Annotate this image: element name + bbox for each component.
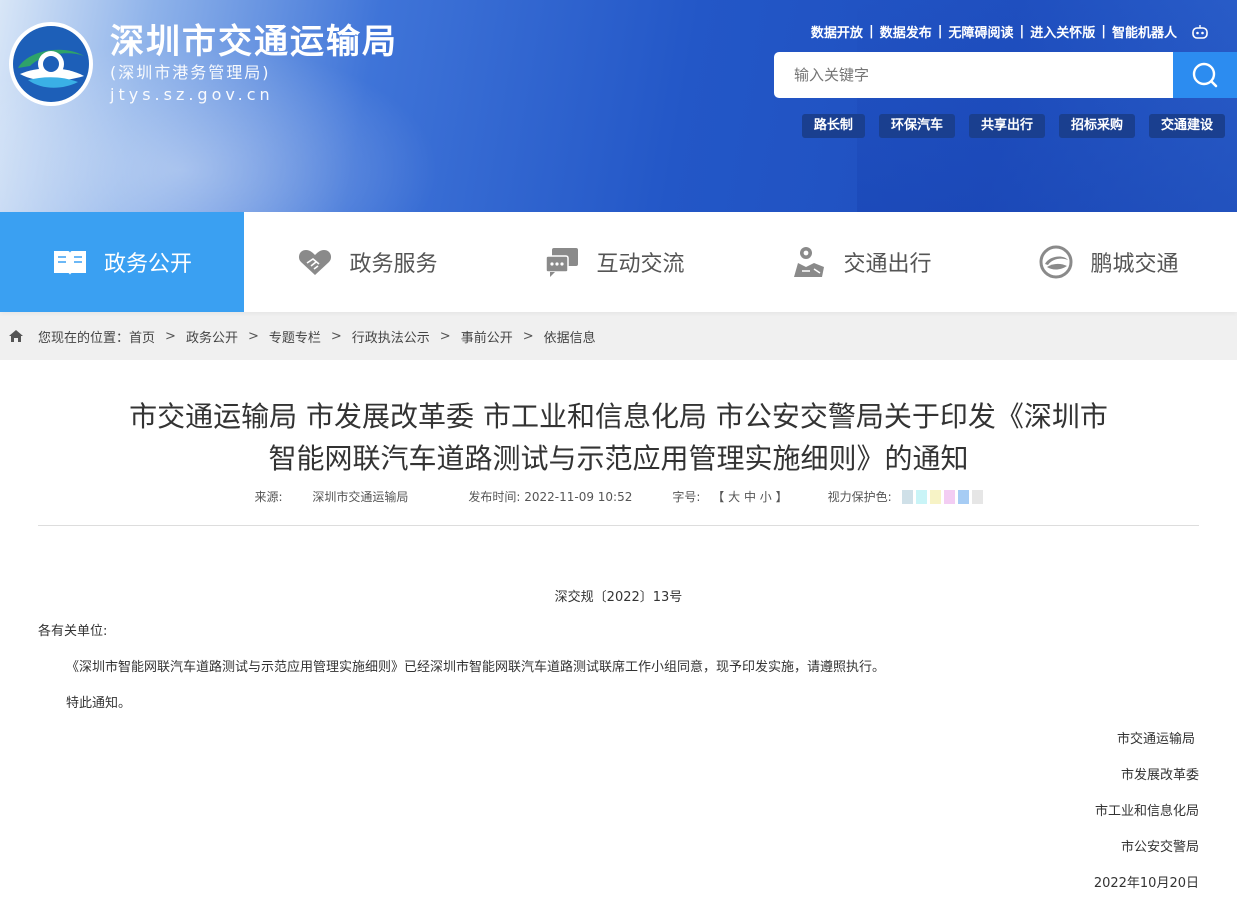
nav-item-transport-travel[interactable]: 交通出行	[738, 212, 985, 312]
meta-source-value: 深圳市交通运输局	[312, 489, 409, 504]
eye-color-swatch[interactable]	[971, 490, 983, 504]
meta-eye-label: 视力保护色:	[827, 489, 892, 504]
breadcrumb: 您现在的位置： 首页 > 政务公开 > 专题专栏 > 行政执法公示 > 事前公开…	[0, 312, 1237, 360]
nav-item-gov-services[interactable]: 政务服务	[244, 212, 491, 312]
meta-fontsize: 字号: 【 大 中 小 】	[672, 488, 787, 505]
top-link-open-data[interactable]: 数据开放	[811, 22, 863, 41]
top-link-robot[interactable]: 智能机器人	[1112, 22, 1177, 41]
breadcrumb-link-basis-info[interactable]: 依据信息	[544, 327, 596, 346]
top-links: 数据开放 | 数据发布 | 无障碍阅读 | 进入关怀版 | 智能机器人	[811, 22, 1209, 41]
fontsize-small-button[interactable]: 小	[760, 490, 772, 504]
top-link-accessible-reading[interactable]: 无障碍阅读	[948, 22, 1013, 41]
search-box	[774, 52, 1237, 98]
article-title-line1: 市交通运输局 市发展改革委 市工业和信息化局 市公安交警局关于印发《深圳市	[129, 400, 1108, 433]
swirl-logo-icon	[1038, 245, 1074, 279]
handshake-icon	[297, 246, 333, 278]
nav-label: 政务公开	[103, 252, 192, 277]
eye-color-swatch[interactable]	[929, 490, 941, 504]
breadcrumb-separator: >	[165, 328, 176, 344]
map-person-icon	[791, 246, 827, 278]
nav-label: 交通出行	[843, 252, 932, 277]
breadcrumb-prefix: 您现在的位置：	[38, 330, 130, 346]
nav-item-gov-affairs-open[interactable]: 政务公开	[0, 212, 244, 312]
body-closing: 特此通知。	[66, 696, 132, 711]
site-title-block: 深圳市交通运输局 (深圳市港务管理局) jtys.sz.gov.cn	[110, 22, 398, 106]
robot-icon[interactable]	[1191, 24, 1209, 40]
signature-date: 2022年10月20日	[1093, 876, 1199, 891]
top-link-separator: |	[1019, 24, 1025, 39]
quick-link-road-chief[interactable]: 路长制	[801, 114, 865, 138]
top-link-separator: |	[868, 24, 874, 39]
breadcrumb-link-prior-disclosure[interactable]: 事前公开	[461, 327, 513, 346]
nav-item-pengcheng-transport[interactable]: 鹏城交通	[985, 212, 1232, 312]
meta-date-value: 2022-11-09 10:52	[524, 489, 633, 504]
meta-date-label: 发布时间:	[468, 489, 521, 504]
body-paragraph: 《深圳市智能网联汽车道路测试与示范应用管理实施细则》已经深圳市智能网联汽车道路测…	[66, 660, 886, 675]
document-number: 深交规〔2022〕13号	[554, 590, 683, 605]
top-link-separator: |	[937, 24, 943, 39]
book-icon	[52, 246, 88, 278]
top-link-data-release[interactable]: 数据发布	[880, 22, 932, 41]
home-icon[interactable]	[8, 329, 24, 343]
eye-color-swatch[interactable]	[943, 490, 955, 504]
article-meta: 来源: 深圳市交通运输局 发布时间: 2022-11-09 10:52 字号: …	[38, 486, 1199, 506]
meta-fontsize-label: 字号:	[672, 489, 701, 504]
breadcrumb-separator: >	[522, 328, 534, 344]
eye-color-swatch[interactable]	[901, 490, 913, 504]
bureau-logo[interactable]	[4, 20, 100, 108]
article-title-line2: 智能网联汽车道路测试与示范应用管理实施细则》的通知	[268, 442, 969, 475]
title-divider	[38, 525, 1199, 526]
article: 市交通运输局 市发展改革委 市工业和信息化局 市公安交警局关于印发《深圳市 智能…	[0, 396, 1237, 893]
signature-transport-bureau: 市交通运输局	[1116, 732, 1195, 747]
search-icon	[1192, 62, 1218, 88]
chat-icon	[544, 246, 580, 278]
article-title: 市交通运输局 市发展改革委 市工业和信息化局 市公安交警局关于印发《深圳市 智能…	[38, 396, 1199, 480]
search-button[interactable]	[1173, 52, 1237, 98]
signature-industry-it: 市工业和信息化局	[1094, 804, 1199, 819]
quick-link-construction[interactable]: 交通建设	[1148, 114, 1225, 138]
eye-color-swatches	[901, 490, 983, 504]
fontsize-large-button[interactable]: 大	[728, 490, 740, 504]
breadcrumb-separator: >	[247, 328, 259, 344]
search-input[interactable]	[774, 52, 1173, 98]
nav-item-interaction[interactable]: 互动交流	[491, 212, 738, 312]
site-title: 深圳市交通运输局	[110, 22, 398, 62]
breadcrumb-separator: >	[439, 328, 451, 344]
quick-link-eco-vehicles[interactable]: 环保汽车	[878, 114, 955, 138]
breadcrumb-link-gov-open[interactable]: 政务公开	[186, 327, 238, 346]
top-link-care-version[interactable]: 进入关怀版	[1030, 22, 1095, 41]
site-domain: jtys.sz.gov.cn	[110, 85, 274, 104]
nav-label: 政务服务	[349, 252, 438, 277]
fontsize-close-bracket: 】	[775, 489, 788, 504]
breadcrumb-link-home[interactable]: 首页	[129, 327, 155, 346]
quick-links: 路长制 环保汽车 共享出行 招标采购 交通建设	[801, 114, 1225, 138]
nav-label: 鹏城交通	[1090, 252, 1179, 277]
fontsize-medium-button[interactable]: 中	[744, 490, 756, 504]
signature-traffic-police: 市公安交警局	[1120, 840, 1199, 855]
site-header: 深圳市交通运输局 (深圳市港务管理局) jtys.sz.gov.cn 数据开放 …	[0, 0, 1237, 212]
meta-source-label: 来源:	[254, 489, 283, 504]
main-nav: 政务公开 政务服务 互动交流 交通出行 鹏城交通	[0, 212, 1237, 312]
meta-source: 来源: 深圳市交通运输局	[254, 488, 408, 505]
breadcrumb-link-enforcement[interactable]: 行政执法公示	[352, 327, 430, 346]
site-subtitle: (深圳市港务管理局)	[110, 63, 271, 82]
nav-label: 互动交流	[596, 252, 685, 277]
signature-development-reform: 市发展改革委	[1120, 768, 1199, 783]
breadcrumb-separator: >	[330, 328, 342, 344]
addressee: 各有关单位:	[38, 624, 108, 639]
meta-eye-protection: 视力保护色:	[828, 488, 983, 505]
eye-color-swatch[interactable]	[957, 490, 969, 504]
fontsize-open-bracket: 【	[712, 489, 725, 504]
eye-color-swatch[interactable]	[915, 490, 927, 504]
quick-link-procurement[interactable]: 招标采购	[1058, 114, 1135, 138]
top-link-separator: |	[1101, 24, 1106, 39]
breadcrumb-link-topics[interactable]: 专题专栏	[269, 327, 321, 346]
quick-link-shared-mobility[interactable]: 共享出行	[968, 114, 1045, 138]
meta-date: 发布时间: 2022-11-09 10:52	[468, 488, 632, 505]
